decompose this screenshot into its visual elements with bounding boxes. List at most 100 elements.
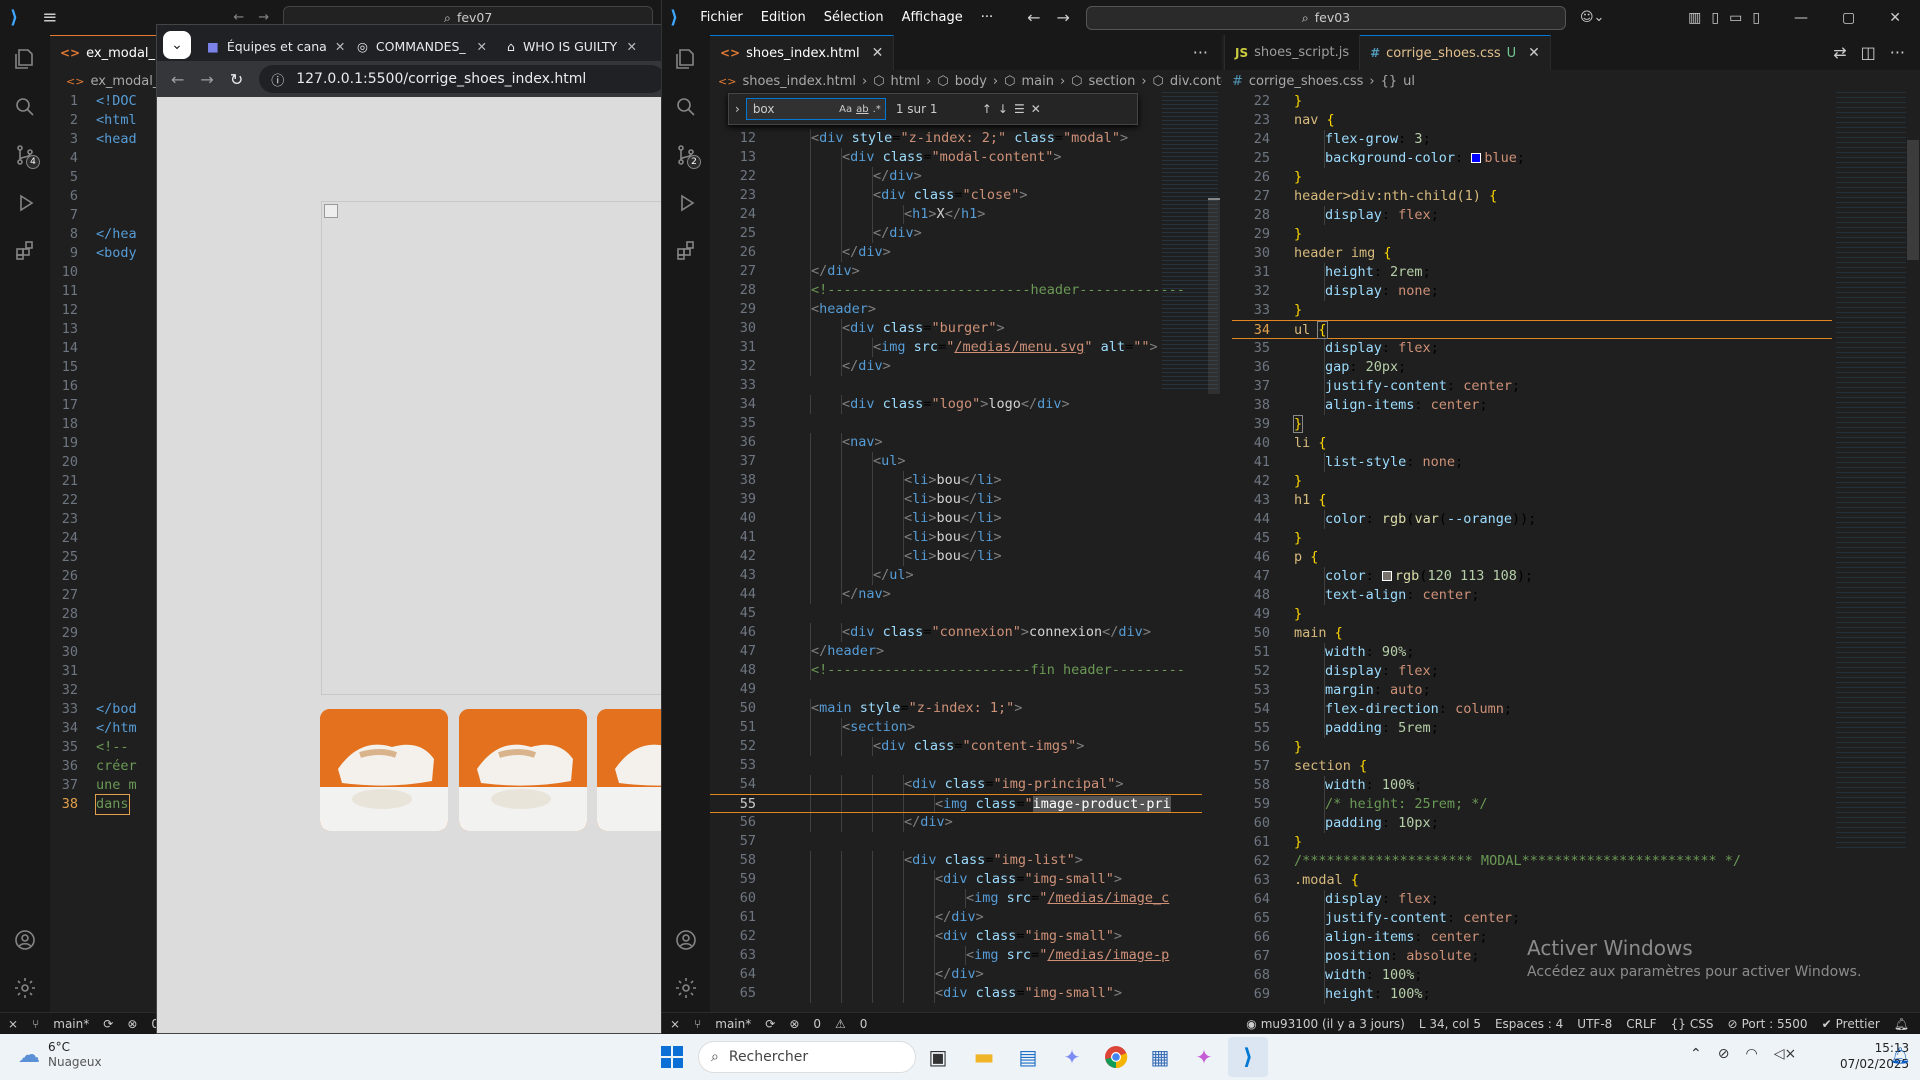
network-off-icon[interactable]: ⊘ xyxy=(1718,1046,1730,1062)
toggle-secondary-sidebar-icon[interactable]: ▯ xyxy=(1752,10,1760,26)
menu-selection[interactable]: Sélection xyxy=(824,10,884,25)
task-view-icon[interactable]: ▣ xyxy=(918,1037,958,1077)
browser-tab-who[interactable]: ⌂ WHO IS GUILTY ✕ xyxy=(497,31,647,61)
address-bar[interactable]: ⓘ 127.0.0.1:5500/corrige_shoes_index.htm… xyxy=(259,65,665,93)
store-icon[interactable]: ▤ xyxy=(1008,1037,1048,1077)
file-explorer-icon[interactable]: ▬ xyxy=(964,1037,1004,1077)
css-code-editor[interactable]: 22} 23 nav {24 flex-grow: 3; 25 background-co… xyxy=(1232,92,1832,1009)
toggle-primary-sidebar-icon[interactable]: ▯ xyxy=(1711,10,1719,26)
prettier-status[interactable]: Prettier xyxy=(1836,1017,1880,1031)
maximize-icon[interactable]: ▢ xyxy=(1842,10,1855,26)
sync-icon[interactable]: ⟳ xyxy=(765,1017,775,1031)
start-icon[interactable] xyxy=(652,1037,692,1077)
next-match-icon[interactable]: ↓ xyxy=(998,102,1008,116)
breadcrumb-div[interactable]: div.content-im xyxy=(1170,74,1222,89)
source-control-icon[interactable]: 2 xyxy=(661,131,711,179)
indentation[interactable]: Espaces : 4 xyxy=(1495,1017,1563,1031)
split-editor-icon[interactable]: ◫ xyxy=(1861,43,1876,62)
html-scrollbar-thumb[interactable] xyxy=(1208,198,1220,394)
close-icon[interactable]: ✕ xyxy=(335,39,345,54)
tab-shoes-script[interactable]: JS shoes_script.js xyxy=(1225,35,1361,70)
breadcrumb-main[interactable]: main xyxy=(1021,74,1053,89)
language-mode[interactable]: CSS xyxy=(1690,1017,1714,1031)
app-window-icon[interactable]: ▦ xyxy=(1140,1037,1180,1077)
weather-widget[interactable]: ☁ 6°C Nuageux xyxy=(18,1040,102,1070)
live-server-port[interactable]: Port : 5500 xyxy=(1742,1017,1808,1031)
breadcrumb-html[interactable]: html xyxy=(891,74,921,89)
app-icon[interactable]: ✦ xyxy=(1052,1037,1092,1077)
close-icon[interactable]: ✕ xyxy=(1528,45,1540,61)
reload-icon[interactable]: ↻ xyxy=(230,70,243,89)
remote-icon[interactable]: ⨯ xyxy=(8,1017,18,1031)
forward-icon[interactable]: → xyxy=(200,70,213,89)
site-info-icon[interactable]: ⓘ xyxy=(271,70,284,89)
layout-sidebar-icon[interactable]: ▥ xyxy=(1688,10,1701,26)
cursor-position[interactable]: L 34, col 5 xyxy=(1419,1017,1481,1031)
browser-tab-commandes[interactable]: ◎ COMMANDES_ ✕ xyxy=(347,31,497,61)
breadcrumb-selector[interactable]: ul xyxy=(1403,74,1415,89)
extensions-icon[interactable] xyxy=(0,227,50,275)
breadcrumb-file[interactable]: ex_modal_in xyxy=(90,74,156,89)
html-code-editor[interactable]: 12 <div style="z-index: 2;" class="modal"… xyxy=(710,129,1202,1009)
command-center-search[interactable]: ⌕ fev03 xyxy=(1085,5,1566,30)
css-scrollbar-thumb[interactable] xyxy=(1907,140,1919,260)
menu-icon[interactable]: ≡ xyxy=(42,7,57,28)
open-changes-icon[interactable]: ⇄ xyxy=(1833,43,1846,62)
branch-label[interactable]: main* xyxy=(53,1017,89,1031)
css-minimap[interactable] xyxy=(1836,92,1906,852)
settings-gear-icon[interactable] xyxy=(661,964,711,1012)
remote-icon[interactable]: ⨯ xyxy=(670,1017,680,1031)
menu-edition[interactable]: Edition xyxy=(761,10,806,25)
close-window-icon[interactable]: ✕ xyxy=(1889,10,1901,26)
settings-gear-icon[interactable] xyxy=(0,964,50,1012)
browser-tab-teams[interactable]: ■ Équipes et cana ✕ xyxy=(197,31,347,61)
breadcrumb-section[interactable]: section xyxy=(1089,74,1136,89)
explorer-icon[interactable] xyxy=(661,35,711,83)
previous-match-icon[interactable]: ↑ xyxy=(982,102,992,116)
wifi-icon[interactable]: ◠ xyxy=(1745,1046,1757,1062)
close-icon[interactable]: ✕ xyxy=(1031,102,1041,116)
forward-arrow-icon[interactable]: → xyxy=(1057,8,1070,27)
branch-label[interactable]: main* xyxy=(715,1017,751,1031)
match-case-toggle[interactable]: Aa xyxy=(839,104,852,115)
copilot-icon[interactable]: ☺⌄ xyxy=(1580,10,1604,25)
toggle-panel-icon[interactable]: ▭ xyxy=(1729,10,1742,26)
error-count[interactable]: 0 xyxy=(813,1017,821,1031)
forward-arrow-icon[interactable]: → xyxy=(258,10,269,25)
back-arrow-icon[interactable]: ← xyxy=(233,10,244,25)
more-actions-icon[interactable]: ··· xyxy=(1193,43,1208,62)
encoding[interactable]: UTF-8 xyxy=(1577,1017,1612,1031)
sync-icon[interactable]: ⟳ xyxy=(103,1017,113,1031)
git-blame[interactable]: mu93100 (il y a 3 jours) xyxy=(1261,1017,1405,1031)
more-actions-icon[interactable]: ··· xyxy=(1890,43,1905,62)
notification-bell-icon[interactable]: 🔔︎ xyxy=(1890,1046,1910,1065)
end-of-line[interactable]: CRLF xyxy=(1626,1017,1656,1031)
find-in-selection-icon[interactable]: ☰ xyxy=(1014,102,1025,116)
thumbnail-image[interactable] xyxy=(597,709,665,831)
run-debug-icon[interactable] xyxy=(0,179,50,227)
volume-icon[interactable]: ◁× xyxy=(1774,1046,1797,1062)
tab-shoes-index[interactable]: <> shoes_index.html ✕ xyxy=(710,35,895,70)
search-activity-icon[interactable] xyxy=(0,83,50,131)
breadcrumb-file[interactable]: corrige_shoes.css xyxy=(1249,74,1364,89)
find-input[interactable]: box Aa ab .* xyxy=(745,98,886,120)
thumbnail-image[interactable] xyxy=(459,709,587,831)
tab-corrige-shoes-css[interactable]: # corrige_shoes.css U ✕ xyxy=(1360,35,1551,70)
close-icon[interactable]: ✕ xyxy=(477,39,487,54)
extensions-icon[interactable] xyxy=(661,227,711,275)
menu-affichage[interactable]: Affichage xyxy=(902,10,963,25)
breadcrumb-file[interactable]: shoes_index.html xyxy=(742,74,856,89)
regex-toggle[interactable]: .* xyxy=(873,104,881,115)
warning-count[interactable]: 0 xyxy=(860,1017,868,1031)
breadcrumb-body[interactable]: body xyxy=(955,74,987,89)
run-debug-icon[interactable] xyxy=(661,179,711,227)
app-icon[interactable]: ✦ xyxy=(1184,1037,1224,1077)
chevron-up-icon[interactable]: ⌃ xyxy=(1690,1046,1702,1062)
left-code-editor[interactable]: 1 <!DOC 2 <html 3 <head 4 5 6 7 8 </hea 9 <body 10 11 12… xyxy=(50,92,156,820)
minimize-icon[interactable]: — xyxy=(1794,10,1808,26)
tab-search-button[interactable]: ⌄ xyxy=(163,31,191,59)
back-arrow-icon[interactable]: ← xyxy=(1027,8,1040,27)
taskbar-search[interactable]: ⌕ Rechercher xyxy=(698,1041,916,1073)
explorer-icon[interactable] xyxy=(0,35,50,83)
vscode-taskbar-icon[interactable]: ⟩ xyxy=(1228,1037,1268,1077)
